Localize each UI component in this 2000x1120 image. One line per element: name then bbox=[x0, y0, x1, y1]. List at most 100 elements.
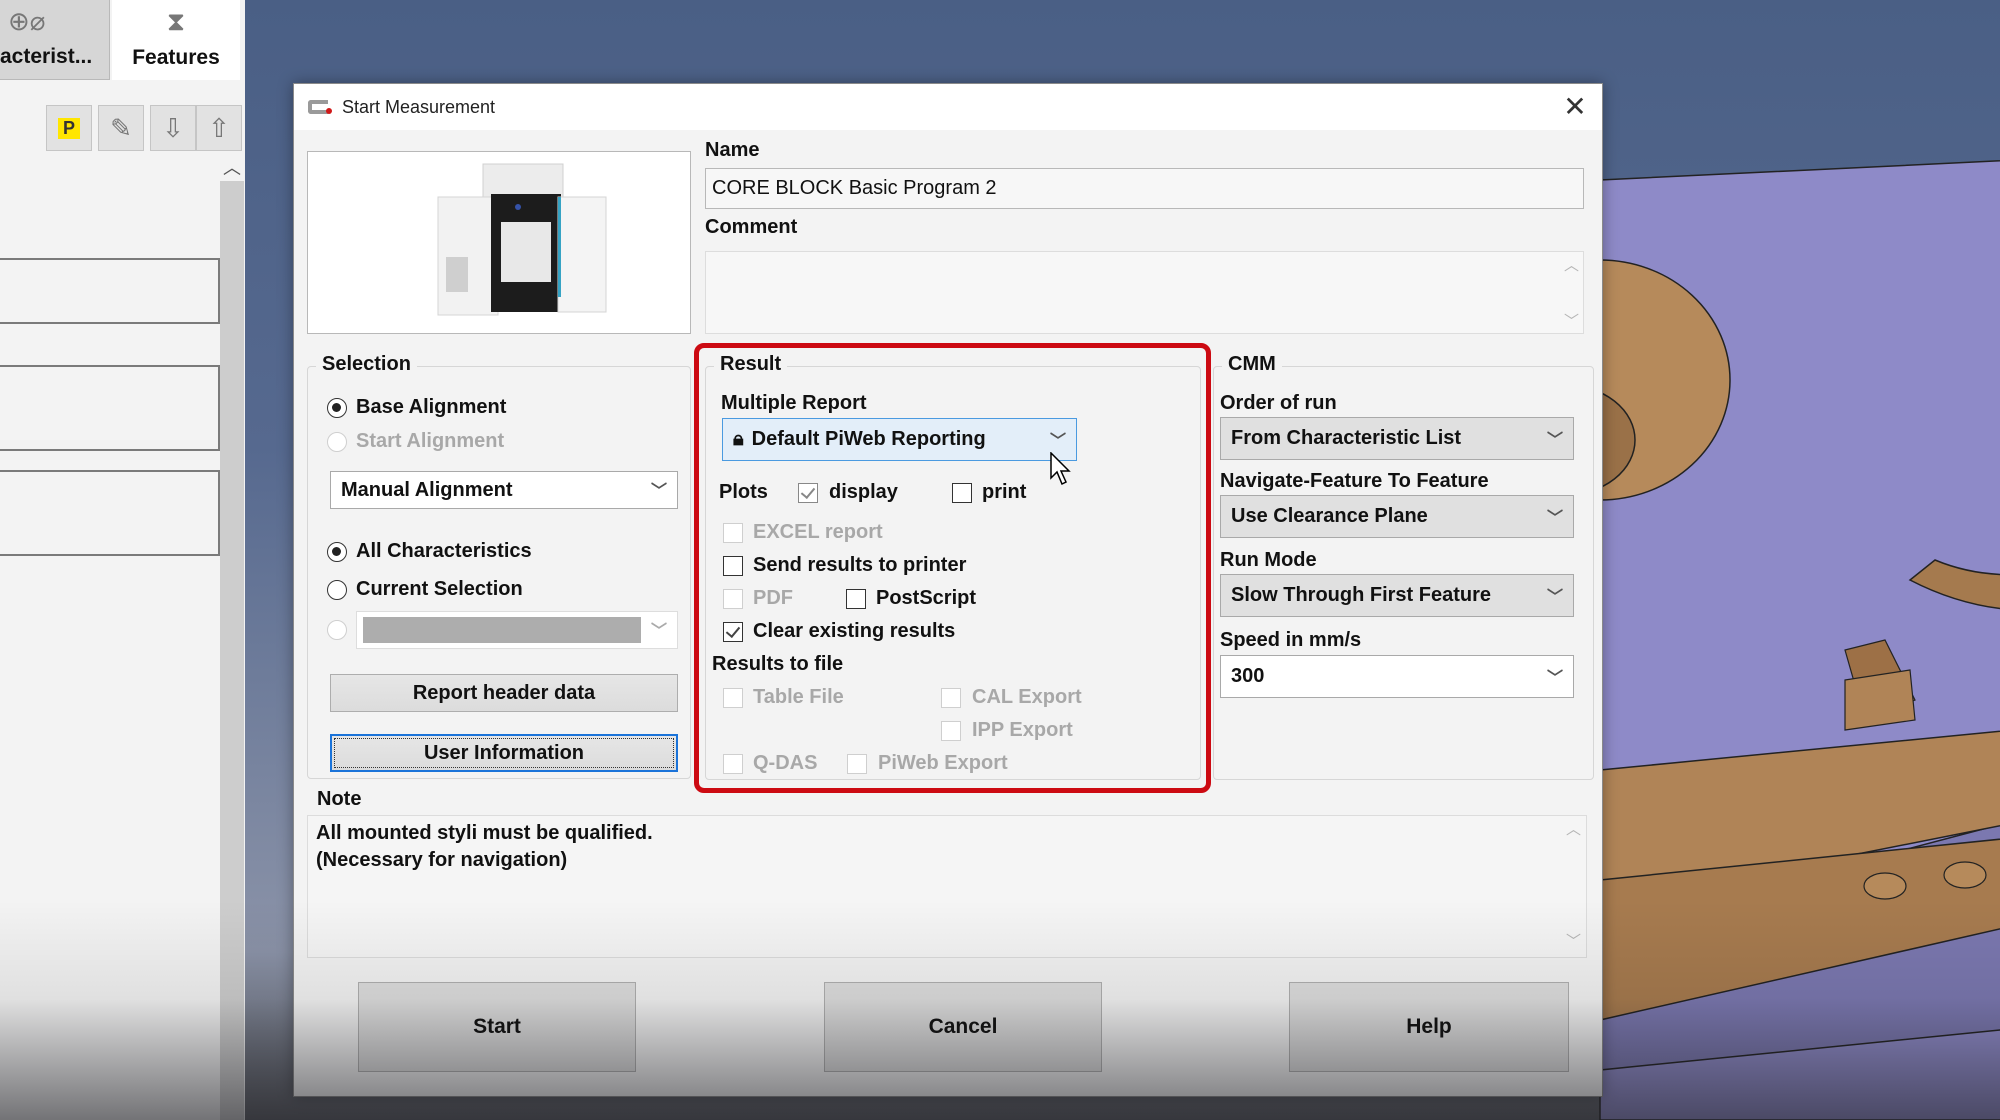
selection-title: Selection bbox=[316, 353, 417, 376]
start-alignment-radio[interactable] bbox=[327, 432, 347, 452]
left-panel: ⊕⌀ acterist... ⧗ Features P ✎ ⇩ ⇧ ︿ bbox=[0, 0, 245, 1120]
start-button[interactable]: Start bbox=[358, 982, 636, 1072]
send-to-printer-label: Send results to printer bbox=[753, 554, 967, 576]
list-item[interactable] bbox=[0, 258, 220, 324]
all-characteristics-label: All Characteristics bbox=[356, 540, 532, 562]
dialog-title: Start Measurement bbox=[342, 96, 496, 117]
print-checkbox[interactable] bbox=[952, 483, 972, 503]
qdas-checkbox[interactable] bbox=[723, 754, 743, 774]
navigate-value: Use Clearance Plane bbox=[1231, 505, 1428, 527]
mouse-cursor-icon bbox=[1050, 452, 1071, 486]
left-scrollbar[interactable] bbox=[220, 158, 244, 1120]
order-of-run-dropdown[interactable]: From Characteristic List ﹀ bbox=[1220, 417, 1574, 460]
alignment-dropdown[interactable]: Manual Alignment ﹀ bbox=[330, 471, 678, 509]
cal-export-checkbox[interactable] bbox=[941, 688, 961, 708]
name-label: Name bbox=[705, 139, 760, 161]
order-of-run-label: Order of run bbox=[1220, 392, 1337, 414]
cancel-button[interactable]: Cancel bbox=[824, 982, 1102, 1072]
base-alignment-radio[interactable] bbox=[327, 398, 347, 418]
alignment-dropdown-value: Manual Alignment bbox=[341, 478, 513, 501]
chevron-down-icon: ﹀ bbox=[650, 622, 667, 640]
pencil-icon: ✎ bbox=[110, 112, 132, 143]
list-item[interactable] bbox=[0, 470, 220, 556]
all-characteristics-radio[interactable] bbox=[327, 542, 347, 562]
base-alignment-label: Base Alignment bbox=[356, 396, 507, 418]
run-mode-dropdown[interactable]: Slow Through First Feature ﹀ bbox=[1220, 574, 1574, 617]
note-scroll-up-icon[interactable]: ︿ bbox=[1566, 818, 1581, 839]
comment-scroll-down-icon[interactable]: ﹀ bbox=[1564, 310, 1579, 331]
comment-label: Comment bbox=[705, 216, 798, 238]
report-header-data-button[interactable]: Report header data bbox=[330, 674, 678, 712]
selection-option-radio[interactable] bbox=[327, 620, 347, 640]
comment-textarea[interactable] bbox=[705, 251, 1584, 334]
scroll-up-icon[interactable]: ︿ bbox=[220, 155, 244, 181]
chevron-down-icon: ﹀ bbox=[650, 482, 667, 500]
chevron-down-icon: ﹀ bbox=[1546, 588, 1563, 606]
print-label: print bbox=[982, 481, 1027, 503]
run-mode-label: Run Mode bbox=[1220, 549, 1317, 571]
note-label: Note bbox=[317, 788, 362, 810]
excel-report-label: EXCEL report bbox=[753, 521, 883, 543]
navigate-dropdown[interactable]: Use Clearance Plane ﹀ bbox=[1220, 495, 1574, 538]
piweb-export-checkbox[interactable] bbox=[847, 754, 867, 774]
chevron-down-icon: ﹀ bbox=[1546, 669, 1563, 687]
clear-existing-results-checkbox[interactable] bbox=[723, 622, 743, 642]
speed-label: Speed in mm/s bbox=[1220, 629, 1362, 651]
speed-value: 300 bbox=[1231, 665, 1265, 687]
ipp-export-label: IPP Export bbox=[972, 719, 1073, 741]
display-checkbox[interactable] bbox=[798, 483, 818, 503]
arrow-up-icon: ⇧ bbox=[208, 112, 230, 143]
list-item[interactable] bbox=[0, 365, 220, 451]
machine-image bbox=[307, 151, 691, 334]
arrow-down-icon: ⇩ bbox=[162, 112, 184, 143]
cmm-title: CMM bbox=[1222, 353, 1282, 376]
close-button[interactable]: ✕ bbox=[1558, 90, 1592, 124]
move-up-button[interactable]: ⇧ bbox=[196, 105, 242, 151]
navigate-label: Navigate-Feature To Feature bbox=[1220, 470, 1489, 492]
send-to-printer-checkbox[interactable] bbox=[723, 556, 743, 576]
pdf-checkbox[interactable] bbox=[723, 589, 743, 609]
comment-scroll-up-icon[interactable]: ︿ bbox=[1564, 254, 1579, 275]
multiple-report-dropdown[interactable]: 🔒︎ Default PiWeb Reporting ﹀ bbox=[722, 418, 1077, 461]
selection-option-value bbox=[363, 617, 641, 643]
pocket-hole bbox=[1943, 861, 1987, 889]
clear-existing-results-label: Clear existing results bbox=[753, 620, 956, 642]
qdas-label: Q-DAS bbox=[753, 752, 818, 774]
cal-export-label: CAL Export bbox=[972, 686, 1082, 708]
edit-button[interactable]: ✎ bbox=[98, 105, 144, 151]
result-title: Result bbox=[714, 353, 788, 376]
tab-features[interactable]: ⧗ Features bbox=[112, 0, 240, 80]
tab-characteristics[interactable]: ⊕⌀ acterist... bbox=[0, 0, 110, 80]
excel-report-checkbox[interactable] bbox=[723, 523, 743, 543]
plots-label: Plots bbox=[719, 481, 768, 503]
start-alignment-label: Start Alignment bbox=[356, 430, 505, 452]
table-file-label: Table File bbox=[753, 686, 844, 708]
close-icon: ✕ bbox=[1563, 91, 1587, 122]
parameter-button[interactable]: P bbox=[46, 105, 92, 151]
name-input[interactable]: CORE BLOCK Basic Program 2 bbox=[705, 168, 1584, 209]
multiple-report-label: Multiple Report bbox=[721, 392, 867, 414]
ipp-export-checkbox[interactable] bbox=[941, 721, 961, 741]
characteristics-icon: ⊕⌀ bbox=[8, 6, 46, 36]
user-information-button[interactable]: User Information bbox=[330, 734, 678, 772]
current-selection-radio[interactable] bbox=[327, 580, 347, 600]
note-textarea[interactable]: All mounted styli must be qualified. (Ne… bbox=[307, 815, 1587, 958]
postscript-checkbox[interactable] bbox=[846, 589, 866, 609]
speed-dropdown[interactable]: 300 ﹀ bbox=[1220, 655, 1574, 698]
table-file-checkbox[interactable] bbox=[723, 688, 743, 708]
move-down-button[interactable]: ⇩ bbox=[150, 105, 196, 151]
title-bar[interactable]: Start Measurement ✕ bbox=[294, 84, 1602, 130]
tab-features-label: Features bbox=[132, 46, 220, 69]
side-feature bbox=[1844, 669, 1916, 731]
chevron-down-icon: ﹀ bbox=[1546, 509, 1563, 527]
lock-icon: 🔒︎ bbox=[733, 428, 744, 450]
selection-option-dropdown[interactable]: ﹀ bbox=[356, 611, 678, 649]
app-icon bbox=[308, 98, 334, 116]
note-line: (Necessary for navigation) bbox=[316, 849, 568, 871]
help-button[interactable]: Help bbox=[1289, 982, 1569, 1072]
tab-characteristics-label: acterist... bbox=[0, 45, 93, 68]
postscript-label: PostScript bbox=[876, 587, 977, 609]
cmm-machine-icon bbox=[437, 163, 607, 316]
display-label: display bbox=[829, 481, 898, 503]
note-scroll-down-icon[interactable]: ﹀ bbox=[1566, 930, 1581, 951]
